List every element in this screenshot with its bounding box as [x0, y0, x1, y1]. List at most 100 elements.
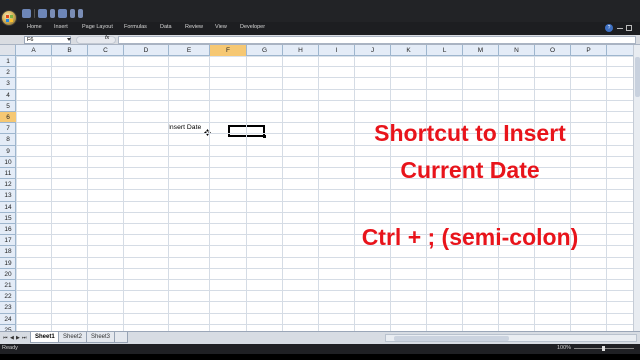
grid-line — [16, 99, 638, 101]
prev-sheet-icon[interactable]: ◀ — [10, 335, 14, 341]
column-header-l[interactable]: L — [427, 45, 463, 56]
grid-line — [16, 77, 638, 79]
column-header-c[interactable]: C — [88, 45, 124, 56]
undo-dropdown-icon[interactable] — [50, 9, 55, 18]
ribbon-tabs: Home Insert Page Layout Formulas Data Re… — [0, 22, 640, 35]
row-header-17[interactable]: 17 — [0, 235, 16, 247]
last-sheet-icon[interactable]: ⏭ — [22, 335, 27, 341]
column-header-e[interactable]: E — [169, 45, 210, 56]
name-box[interactable]: F6 — [24, 36, 71, 44]
save-icon[interactable] — [22, 9, 31, 18]
row-headers: 1234567891011121314151617181920212223242… — [0, 56, 16, 336]
grid-line — [16, 267, 638, 269]
insert-function-icon[interactable]: fx — [105, 35, 109, 41]
sheet-tab-1[interactable]: Sheet1 — [30, 332, 60, 343]
row-header-20[interactable]: 20 — [0, 269, 16, 280]
tab-view[interactable]: View — [215, 24, 227, 30]
column-header-b[interactable]: B — [52, 45, 88, 56]
row-header-24[interactable]: 24 — [0, 314, 16, 325]
sheet-tab-3[interactable]: Sheet3 — [86, 332, 116, 343]
grid-line — [16, 111, 638, 112]
row-header-13[interactable]: 13 — [0, 190, 16, 202]
toolbar-separator — [34, 9, 35, 18]
grid-line — [16, 88, 638, 90]
tab-review[interactable]: Review — [185, 24, 203, 30]
column-header-m[interactable]: M — [463, 45, 499, 56]
tab-page-layout[interactable]: Page Layout — [82, 24, 113, 30]
row-header-5[interactable]: 5 — [0, 101, 16, 112]
tab-home[interactable]: Home — [27, 24, 42, 30]
row-header-1[interactable]: 1 — [0, 56, 16, 68]
undo-icon[interactable] — [38, 9, 47, 18]
formula-bar-buttons — [76, 36, 116, 44]
tab-developer[interactable]: Developer — [240, 24, 265, 30]
chevron-down-icon[interactable] — [67, 38, 71, 41]
row-header-8[interactable]: 8 — [0, 134, 16, 146]
column-header-j[interactable]: J — [355, 45, 391, 56]
overlay-line-3: Ctrl + ; (semi-colon) — [361, 224, 579, 250]
status-bar: Ready 100% — [0, 344, 640, 354]
grid-line — [16, 256, 638, 258]
zoom-level[interactable]: 100% — [557, 345, 571, 351]
customize-toolbar-icon[interactable] — [78, 9, 83, 18]
column-header-d[interactable]: D — [124, 45, 169, 56]
zoom-slider-knob[interactable] — [602, 346, 605, 351]
column-header-p[interactable]: P — [571, 45, 607, 56]
grid-line — [16, 290, 638, 292]
row-header-14[interactable]: 14 — [0, 202, 16, 213]
tab-formulas[interactable]: Formulas — [124, 24, 147, 30]
row-header-18[interactable]: 18 — [0, 246, 16, 258]
row-header-3[interactable]: 3 — [0, 78, 16, 90]
office-logo-icon — [6, 15, 13, 22]
column-header-h[interactable]: H — [283, 45, 319, 56]
office-button[interactable] — [1, 10, 17, 26]
help-icon[interactable]: ? — [605, 24, 613, 32]
grid-line — [16, 279, 638, 280]
scroll-thumb[interactable] — [394, 336, 509, 341]
row-header-16[interactable]: 16 — [0, 224, 16, 236]
row-header-11[interactable]: 11 — [0, 168, 16, 180]
horizontal-scrollbar[interactable] — [385, 334, 637, 342]
row-header-12[interactable]: 12 — [0, 179, 16, 191]
quick-access-toolbar — [22, 9, 83, 20]
row-header-23[interactable]: 23 — [0, 302, 16, 314]
cell-e6[interactable]: Insert Date — [168, 124, 201, 131]
column-header-g[interactable]: G — [247, 45, 283, 56]
insert-sheet-icon[interactable] — [114, 332, 128, 343]
row-header-19[interactable]: 19 — [0, 258, 16, 269]
column-header-a[interactable]: A — [16, 45, 52, 56]
row-header-22[interactable]: 22 — [0, 291, 16, 303]
column-header-o[interactable]: O — [535, 45, 571, 56]
row-header-2[interactable]: 2 — [0, 67, 16, 79]
column-header-f[interactable]: F — [210, 45, 247, 56]
row-header-15[interactable]: 15 — [0, 213, 16, 224]
row-header-4[interactable]: 4 — [0, 90, 16, 101]
column-header-n[interactable]: N — [499, 45, 535, 56]
column-header-i[interactable]: I — [319, 45, 355, 56]
tab-insert[interactable]: Insert — [54, 24, 68, 30]
first-sheet-icon[interactable]: ⏮ — [3, 335, 8, 341]
sheet-tab-2[interactable]: Sheet2 — [58, 332, 88, 343]
column-headers: ABCDEFGHIJKLMNOP — [16, 45, 638, 56]
row-header-9[interactable]: 9 — [0, 146, 16, 157]
redo-dropdown-icon[interactable] — [70, 9, 75, 18]
redo-icon[interactable] — [58, 9, 67, 18]
zoom-slider[interactable] — [574, 346, 634, 351]
grid-line — [16, 312, 638, 314]
next-sheet-icon[interactable]: ▶ — [16, 335, 20, 341]
row-header-10[interactable]: 10 — [0, 157, 16, 168]
minimize-icon[interactable] — [617, 25, 623, 29]
restore-icon[interactable] — [626, 25, 632, 31]
row-header-6[interactable]: 6 — [0, 112, 16, 124]
row-header-21[interactable]: 21 — [0, 280, 16, 292]
formula-input[interactable] — [118, 36, 636, 44]
formula-bar: F6 fx — [0, 35, 640, 45]
column-header-k[interactable]: K — [391, 45, 427, 56]
row-header-7[interactable]: 7 — [0, 123, 16, 135]
status-text: Ready — [2, 345, 18, 351]
select-all-corner[interactable] — [0, 45, 16, 56]
vertical-scrollbar[interactable] — [633, 45, 640, 331]
scroll-thumb[interactable] — [635, 57, 640, 97]
sheet-tab-bar: ⏮ ◀ ▶ ⏭ Sheet1 Sheet2 Sheet3 — [0, 331, 640, 344]
tab-data[interactable]: Data — [160, 24, 172, 30]
